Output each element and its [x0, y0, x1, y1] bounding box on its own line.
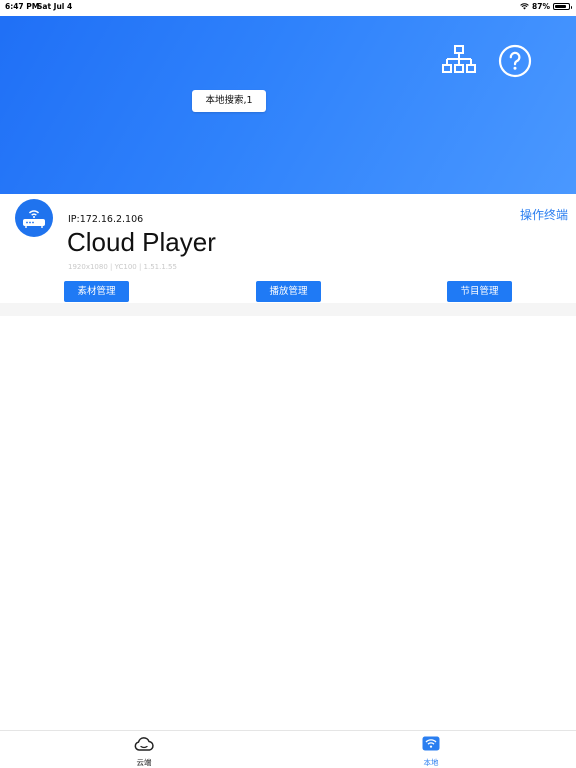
- help-icon[interactable]: [498, 44, 532, 78]
- device-name: Cloud Player: [67, 227, 216, 257]
- playback-management-button[interactable]: 播放管理: [256, 281, 321, 302]
- material-management-button[interactable]: 素材管理: [64, 281, 129, 302]
- battery-icon: [553, 3, 572, 10]
- network-topology-icon[interactable]: [442, 44, 476, 78]
- device-card[interactable]: IP:172.16.2.106 Cloud Player 1920x1080 |…: [0, 194, 576, 304]
- tab-bar: 云端 本地: [0, 730, 576, 768]
- battery-percent: 87%: [532, 2, 550, 11]
- tab-local[interactable]: 本地: [411, 736, 451, 767]
- status-bar: 6:47 PM Sat Jul 4 87%: [0, 0, 576, 16]
- list-divider: [0, 303, 576, 316]
- local-wifi-icon: [422, 736, 440, 751]
- device-ip: IP:172.16.2.106: [68, 214, 144, 225]
- status-date: Sat Jul 4: [37, 2, 73, 11]
- tab-cloud[interactable]: 云端: [124, 736, 164, 767]
- router-icon: [23, 210, 45, 228]
- tab-local-label: 本地: [423, 758, 439, 767]
- wifi-icon: [520, 3, 529, 10]
- tab-cloud-label: 云端: [136, 758, 152, 767]
- status-right: 87%: [520, 2, 572, 11]
- program-management-button[interactable]: 节目管理: [447, 281, 512, 302]
- status-time: 6:47 PM: [5, 2, 40, 11]
- local-search-chip[interactable]: 本地搜索,1: [192, 90, 266, 112]
- device-meta: 1920x1080 | YC100 | 1.51.1.55: [68, 263, 177, 271]
- header-banner: [0, 0, 576, 194]
- cloud-icon: [134, 737, 154, 751]
- operate-terminal-link[interactable]: 操作终端: [520, 206, 568, 223]
- device-avatar: [15, 199, 53, 237]
